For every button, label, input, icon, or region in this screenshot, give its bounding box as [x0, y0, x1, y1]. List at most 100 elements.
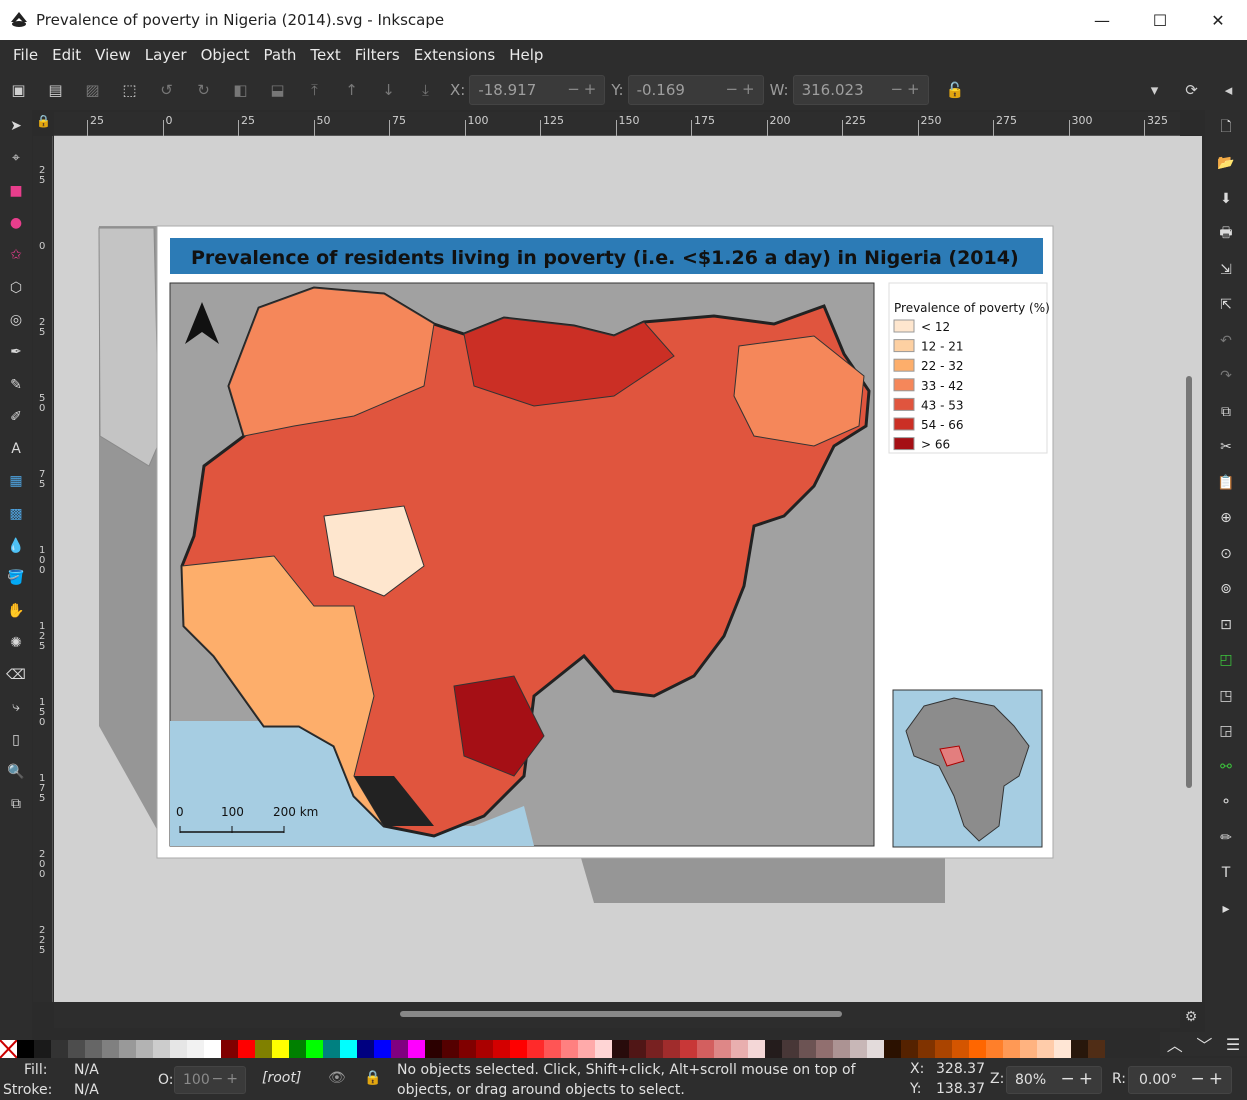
zoom-stepper-icon[interactable]: −+ [1061, 1069, 1098, 1089]
commands-expand-icon[interactable]: ◂ [1210, 70, 1247, 110]
palette-swatch[interactable] [714, 1040, 731, 1058]
palette-swatch[interactable] [272, 1040, 289, 1058]
star-tool-icon[interactable]: ✩ [0, 239, 32, 271]
dropdown-arrow-icon[interactable]: ▾ [1136, 70, 1173, 110]
menu-layer[interactable]: Layer [138, 46, 194, 64]
layer-indicator[interactable]: [root] [262, 1070, 301, 1086]
palette-swatch[interactable] [765, 1040, 782, 1058]
palette-swatch[interactable] [493, 1040, 510, 1058]
palette-swatch[interactable] [1088, 1040, 1105, 1058]
palette-swatch[interactable] [442, 1040, 459, 1058]
palette-swatch[interactable] [935, 1040, 952, 1058]
connector-tool-icon[interactable]: ⤷ [0, 691, 32, 723]
palette-swatch[interactable] [697, 1040, 714, 1058]
raise-to-top-icon[interactable]: ⤒ [296, 70, 333, 110]
minimize-button[interactable]: — [1073, 0, 1131, 40]
palette-swatch[interactable] [153, 1040, 170, 1058]
palette-swatch[interactable] [1003, 1040, 1020, 1058]
pencil-tool-icon[interactable]: ✎ [0, 368, 32, 400]
rotate-field[interactable]: 0.00° −+ [1128, 1066, 1232, 1094]
palette-swatch[interactable] [578, 1040, 595, 1058]
rotate-ccw-icon[interactable]: ↺ [148, 70, 185, 110]
paint-bucket-tool-icon[interactable]: 🪣 [0, 562, 32, 594]
horizontal-scrollbar[interactable] [54, 1002, 1180, 1028]
palette-swatch[interactable] [782, 1040, 799, 1058]
palette-swatch[interactable] [1071, 1040, 1088, 1058]
x-field[interactable]: -18.917 −+ [469, 75, 606, 105]
ungroup-icon[interactable]: ⚬ [1205, 785, 1247, 821]
menu-path[interactable]: Path [256, 46, 303, 64]
palette-swatch[interactable] [884, 1040, 901, 1058]
open-document-icon[interactable]: 📂 [1205, 146, 1247, 182]
fill-stroke-icon[interactable]: ✏ [1205, 820, 1247, 856]
palette-swatch[interactable] [527, 1040, 544, 1058]
color-management-icon[interactable]: ⚙ [1180, 1006, 1202, 1028]
vertical-scroll-thumb[interactable] [1186, 376, 1192, 788]
gradient-tool-icon[interactable]: ▦ [0, 465, 32, 497]
palette-swatch[interactable] [102, 1040, 119, 1058]
palette-swatch[interactable] [748, 1040, 765, 1058]
horizontal-scroll-thumb[interactable] [400, 1011, 842, 1017]
menu-text[interactable]: Text [303, 46, 347, 64]
deselect-icon[interactable]: ⬚ [111, 70, 148, 110]
palette-swatch[interactable] [323, 1040, 340, 1058]
palette-swatch[interactable] [612, 1040, 629, 1058]
palette-swatch[interactable] [816, 1040, 833, 1058]
rotate-stepper-icon[interactable]: −+ [1191, 1069, 1228, 1089]
menu-help[interactable]: Help [502, 46, 550, 64]
clone-icon[interactable]: ◳ [1205, 678, 1247, 714]
menu-filters[interactable]: Filters [348, 46, 407, 64]
flip-vertical-icon[interactable]: ⬓ [259, 70, 296, 110]
cut-icon[interactable]: ✂ [1205, 430, 1247, 466]
menu-edit[interactable]: Edit [45, 46, 88, 64]
redo-icon[interactable]: ↷ [1205, 359, 1247, 395]
palette-swatch[interactable] [952, 1040, 969, 1058]
palette-swatch[interactable] [799, 1040, 816, 1058]
drawing-canvas[interactable]: Prevalence of residents living in povert… [54, 136, 1180, 1002]
palette-swatch[interactable] [680, 1040, 697, 1058]
menu-object[interactable]: Object [194, 46, 257, 64]
paste-icon[interactable]: 📋 [1205, 465, 1247, 501]
palette-swatch[interactable] [510, 1040, 527, 1058]
snap-toggle-icon[interactable]: ⟳ [1173, 70, 1210, 110]
palette-swatch[interactable] [357, 1040, 374, 1058]
zoom-center-icon[interactable]: ⊡ [1205, 607, 1247, 643]
palette-swatch[interactable] [306, 1040, 323, 1058]
palette-swatch[interactable] [238, 1040, 255, 1058]
zoom-tool-icon[interactable]: 🔍 [0, 756, 32, 788]
palette-swatch[interactable] [1020, 1040, 1037, 1058]
palette-swatch[interactable] [255, 1040, 272, 1058]
palette-swatch[interactable] [289, 1040, 306, 1058]
palette-swatch[interactable] [391, 1040, 408, 1058]
text-tool-icon[interactable]: A [0, 433, 32, 465]
zoom-page-icon[interactable]: ⊚ [1205, 572, 1247, 608]
palette-swatch[interactable] [221, 1040, 238, 1058]
palette-swatch[interactable] [170, 1040, 187, 1058]
palette-swatch[interactable] [85, 1040, 102, 1058]
export-icon[interactable]: ⇱ [1205, 288, 1247, 324]
lower-icon[interactable]: ↓ [370, 70, 407, 110]
palette-swatch[interactable] [663, 1040, 680, 1058]
color-palette[interactable] [0, 1039, 1160, 1059]
import-icon[interactable]: ⇲ [1205, 252, 1247, 288]
layer-visibility-icon[interactable]: 👁 [328, 1070, 346, 1086]
palette-swatch[interactable] [187, 1040, 204, 1058]
flip-horizontal-icon[interactable]: ◧ [222, 70, 259, 110]
palette-down-icon[interactable]: ﹀ [1196, 1032, 1212, 1056]
w-field[interactable]: 316.023 −+ [792, 75, 929, 105]
palette-swatch[interactable] [867, 1040, 884, 1058]
print-icon[interactable]: 🖶 [1205, 217, 1247, 253]
more-arrow-icon[interactable]: ▸ [1205, 891, 1247, 927]
new-document-icon[interactable]: 🗋 [1205, 110, 1247, 146]
mesh-tool-icon[interactable]: ▩ [0, 498, 32, 530]
raise-icon[interactable]: ↑ [333, 70, 370, 110]
tweak-tool-icon[interactable]: ✋ [0, 594, 32, 626]
stroke-value[interactable]: N/A [74, 1082, 99, 1098]
palette-swatch[interactable] [918, 1040, 935, 1058]
selector-tool-icon[interactable]: ➤ [0, 110, 32, 142]
palette-swatch[interactable] [1054, 1040, 1071, 1058]
opacity-stepper-icon[interactable]: −+ [212, 1071, 241, 1087]
select-all-icon[interactable]: ▣ [0, 70, 37, 110]
opacity-field[interactable]: 100 −+ [174, 1066, 246, 1094]
palette-swatch[interactable] [544, 1040, 561, 1058]
